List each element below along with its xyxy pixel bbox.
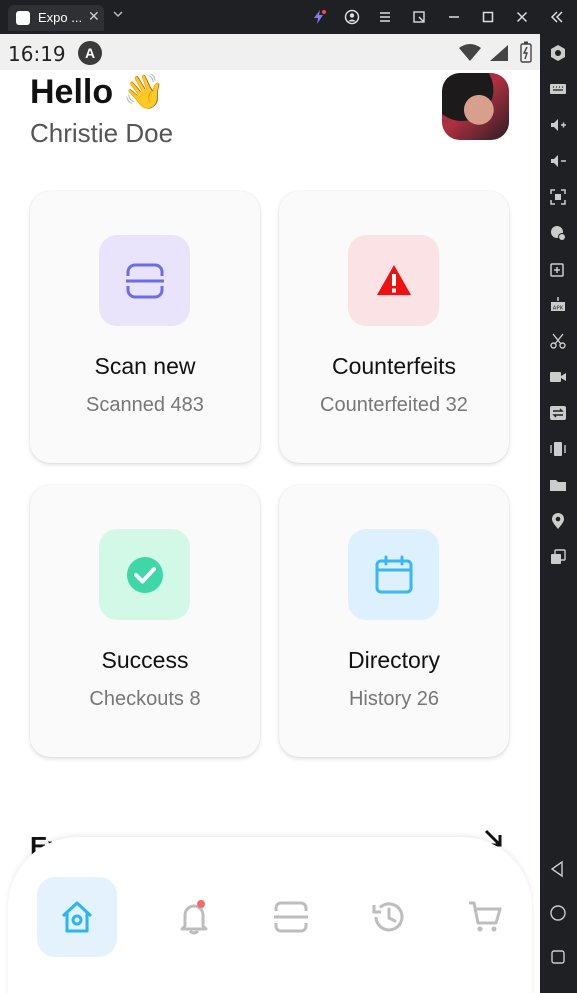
status-notification-badge: A xyxy=(78,41,102,65)
add-window-icon[interactable] xyxy=(549,260,567,278)
maximize-icon[interactable] xyxy=(480,9,496,25)
close-icon[interactable] xyxy=(514,9,530,25)
emulator-title-bar: Expo ... ✕ xyxy=(0,0,577,34)
card-subtitle: Counterfeited 32 xyxy=(320,394,468,416)
card-success[interactable]: Success Checkouts 8 xyxy=(30,485,260,757)
minimize-icon[interactable] xyxy=(446,9,462,25)
nav-history[interactable] xyxy=(348,877,428,957)
signal-icon xyxy=(490,45,508,61)
scissors-icon[interactable] xyxy=(549,332,567,350)
calendar-icon xyxy=(348,529,439,620)
warning-icon xyxy=(348,235,439,326)
status-bar: 16:19 A xyxy=(0,34,540,70)
card-title: Counterfeits xyxy=(331,353,456,379)
screenshot-icon[interactable] xyxy=(411,9,427,25)
card-counterfeits[interactable]: Counterfeits Counterfeited 32 xyxy=(279,191,509,463)
recent-apps-icon[interactable] xyxy=(549,948,567,966)
chevron-down-icon[interactable] xyxy=(112,8,124,20)
card-subtitle: Scanned 483 xyxy=(86,394,204,416)
svg-text:APK: APK xyxy=(553,306,564,312)
nav-home[interactable] xyxy=(37,877,117,957)
emulator-toolbar: APK xyxy=(540,34,577,993)
history-icon xyxy=(372,902,404,932)
bottom-navigation xyxy=(8,837,532,993)
volume-down-icon[interactable] xyxy=(549,152,567,170)
tab-title: Expo ... xyxy=(38,10,83,25)
card-scan-new[interactable]: Scan new Scanned 483 xyxy=(30,191,260,463)
card-title: Success xyxy=(101,647,189,673)
browser-tab[interactable]: Expo ... ✕ xyxy=(8,5,104,31)
card-directory[interactable]: Directory History 26 xyxy=(279,485,509,757)
nav-cart[interactable] xyxy=(445,877,525,957)
check-circle-icon xyxy=(99,529,190,620)
card-subtitle: Checkouts 8 xyxy=(89,688,201,710)
video-record-icon[interactable] xyxy=(549,368,567,386)
map-pin-icon[interactable] xyxy=(549,512,567,530)
lightning-icon[interactable] xyxy=(311,9,327,25)
greeting-title: Hello 👋 xyxy=(30,73,165,111)
shake-icon[interactable] xyxy=(549,440,567,458)
volume-up-icon[interactable] xyxy=(549,116,567,134)
user-name: Christie Doe xyxy=(30,118,174,148)
account-icon[interactable] xyxy=(344,9,360,25)
menu-icon[interactable] xyxy=(377,9,393,25)
wifi-icon xyxy=(459,44,481,61)
status-time: 16:19 xyxy=(8,42,66,66)
fullscreen-icon[interactable] xyxy=(549,188,567,206)
battery-icon xyxy=(520,41,532,63)
back-icon[interactable] xyxy=(549,860,567,878)
settings-icon[interactable] xyxy=(549,44,567,62)
expo-logo-icon xyxy=(16,11,30,25)
multi-window-icon[interactable] xyxy=(549,548,567,566)
home-icon xyxy=(61,901,93,933)
nav-notifications[interactable] xyxy=(154,877,234,957)
nav-scan[interactable] xyxy=(251,877,331,957)
location-pin-icon[interactable] xyxy=(549,224,567,242)
avatar[interactable] xyxy=(442,73,509,140)
collapse-icon[interactable] xyxy=(549,9,565,25)
keyboard-icon[interactable] xyxy=(549,80,567,98)
folder-icon[interactable] xyxy=(549,476,567,494)
bell-icon xyxy=(180,900,208,935)
scan-icon xyxy=(274,901,308,933)
tab-close-icon[interactable]: ✕ xyxy=(88,8,100,25)
card-subtitle: History 26 xyxy=(348,688,440,710)
home-button-icon[interactable] xyxy=(549,904,567,922)
phone-screen: 16:19 A Hello 👋 Christie Doe Scan new Sc… xyxy=(0,34,540,993)
cart-icon xyxy=(469,901,502,932)
sync-icon[interactable] xyxy=(549,404,567,422)
apk-install-icon[interactable]: APK xyxy=(549,296,567,314)
card-title: Scan new xyxy=(94,353,196,379)
card-title: Directory xyxy=(347,647,440,673)
scan-icon xyxy=(99,235,190,326)
